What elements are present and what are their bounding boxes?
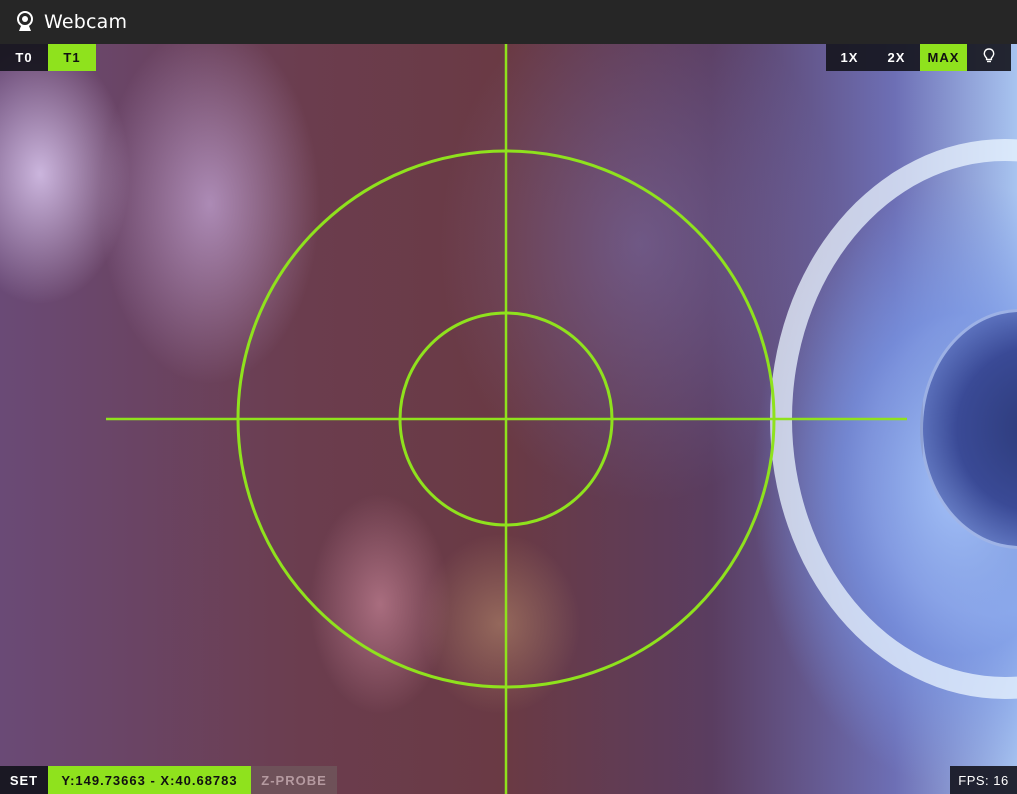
fps-counter: FPS: 16 (950, 766, 1017, 794)
light-toggle-button[interactable] (967, 44, 1011, 71)
window-title: Webcam (44, 11, 128, 33)
tool-t1-button[interactable]: T1 (48, 44, 96, 71)
zoom-max-button[interactable]: MAX (920, 44, 967, 71)
webcam-feed[interactable] (0, 44, 1017, 794)
zoom-1x-button[interactable]: 1X (826, 44, 873, 71)
bottom-toolbar: SET Y:149.73663 - X:40.68783 Z-PROBE (0, 766, 337, 794)
tool-t0-button[interactable]: T0 (0, 44, 48, 71)
title-bar: Webcam (0, 0, 1017, 44)
tool-selector: T0 T1 (0, 44, 96, 71)
lightbulb-icon (983, 48, 995, 67)
zoom-selector: 1X 2X MAX (826, 44, 1011, 71)
coordinate-readout: Y:149.73663 - X:40.68783 (48, 766, 251, 794)
z-probe-button[interactable]: Z-PROBE (251, 766, 337, 794)
webcam-icon (16, 11, 34, 33)
crosshair-overlay (106, 44, 907, 794)
set-button[interactable]: SET (0, 766, 48, 794)
zoom-2x-button[interactable]: 2X (873, 44, 920, 71)
